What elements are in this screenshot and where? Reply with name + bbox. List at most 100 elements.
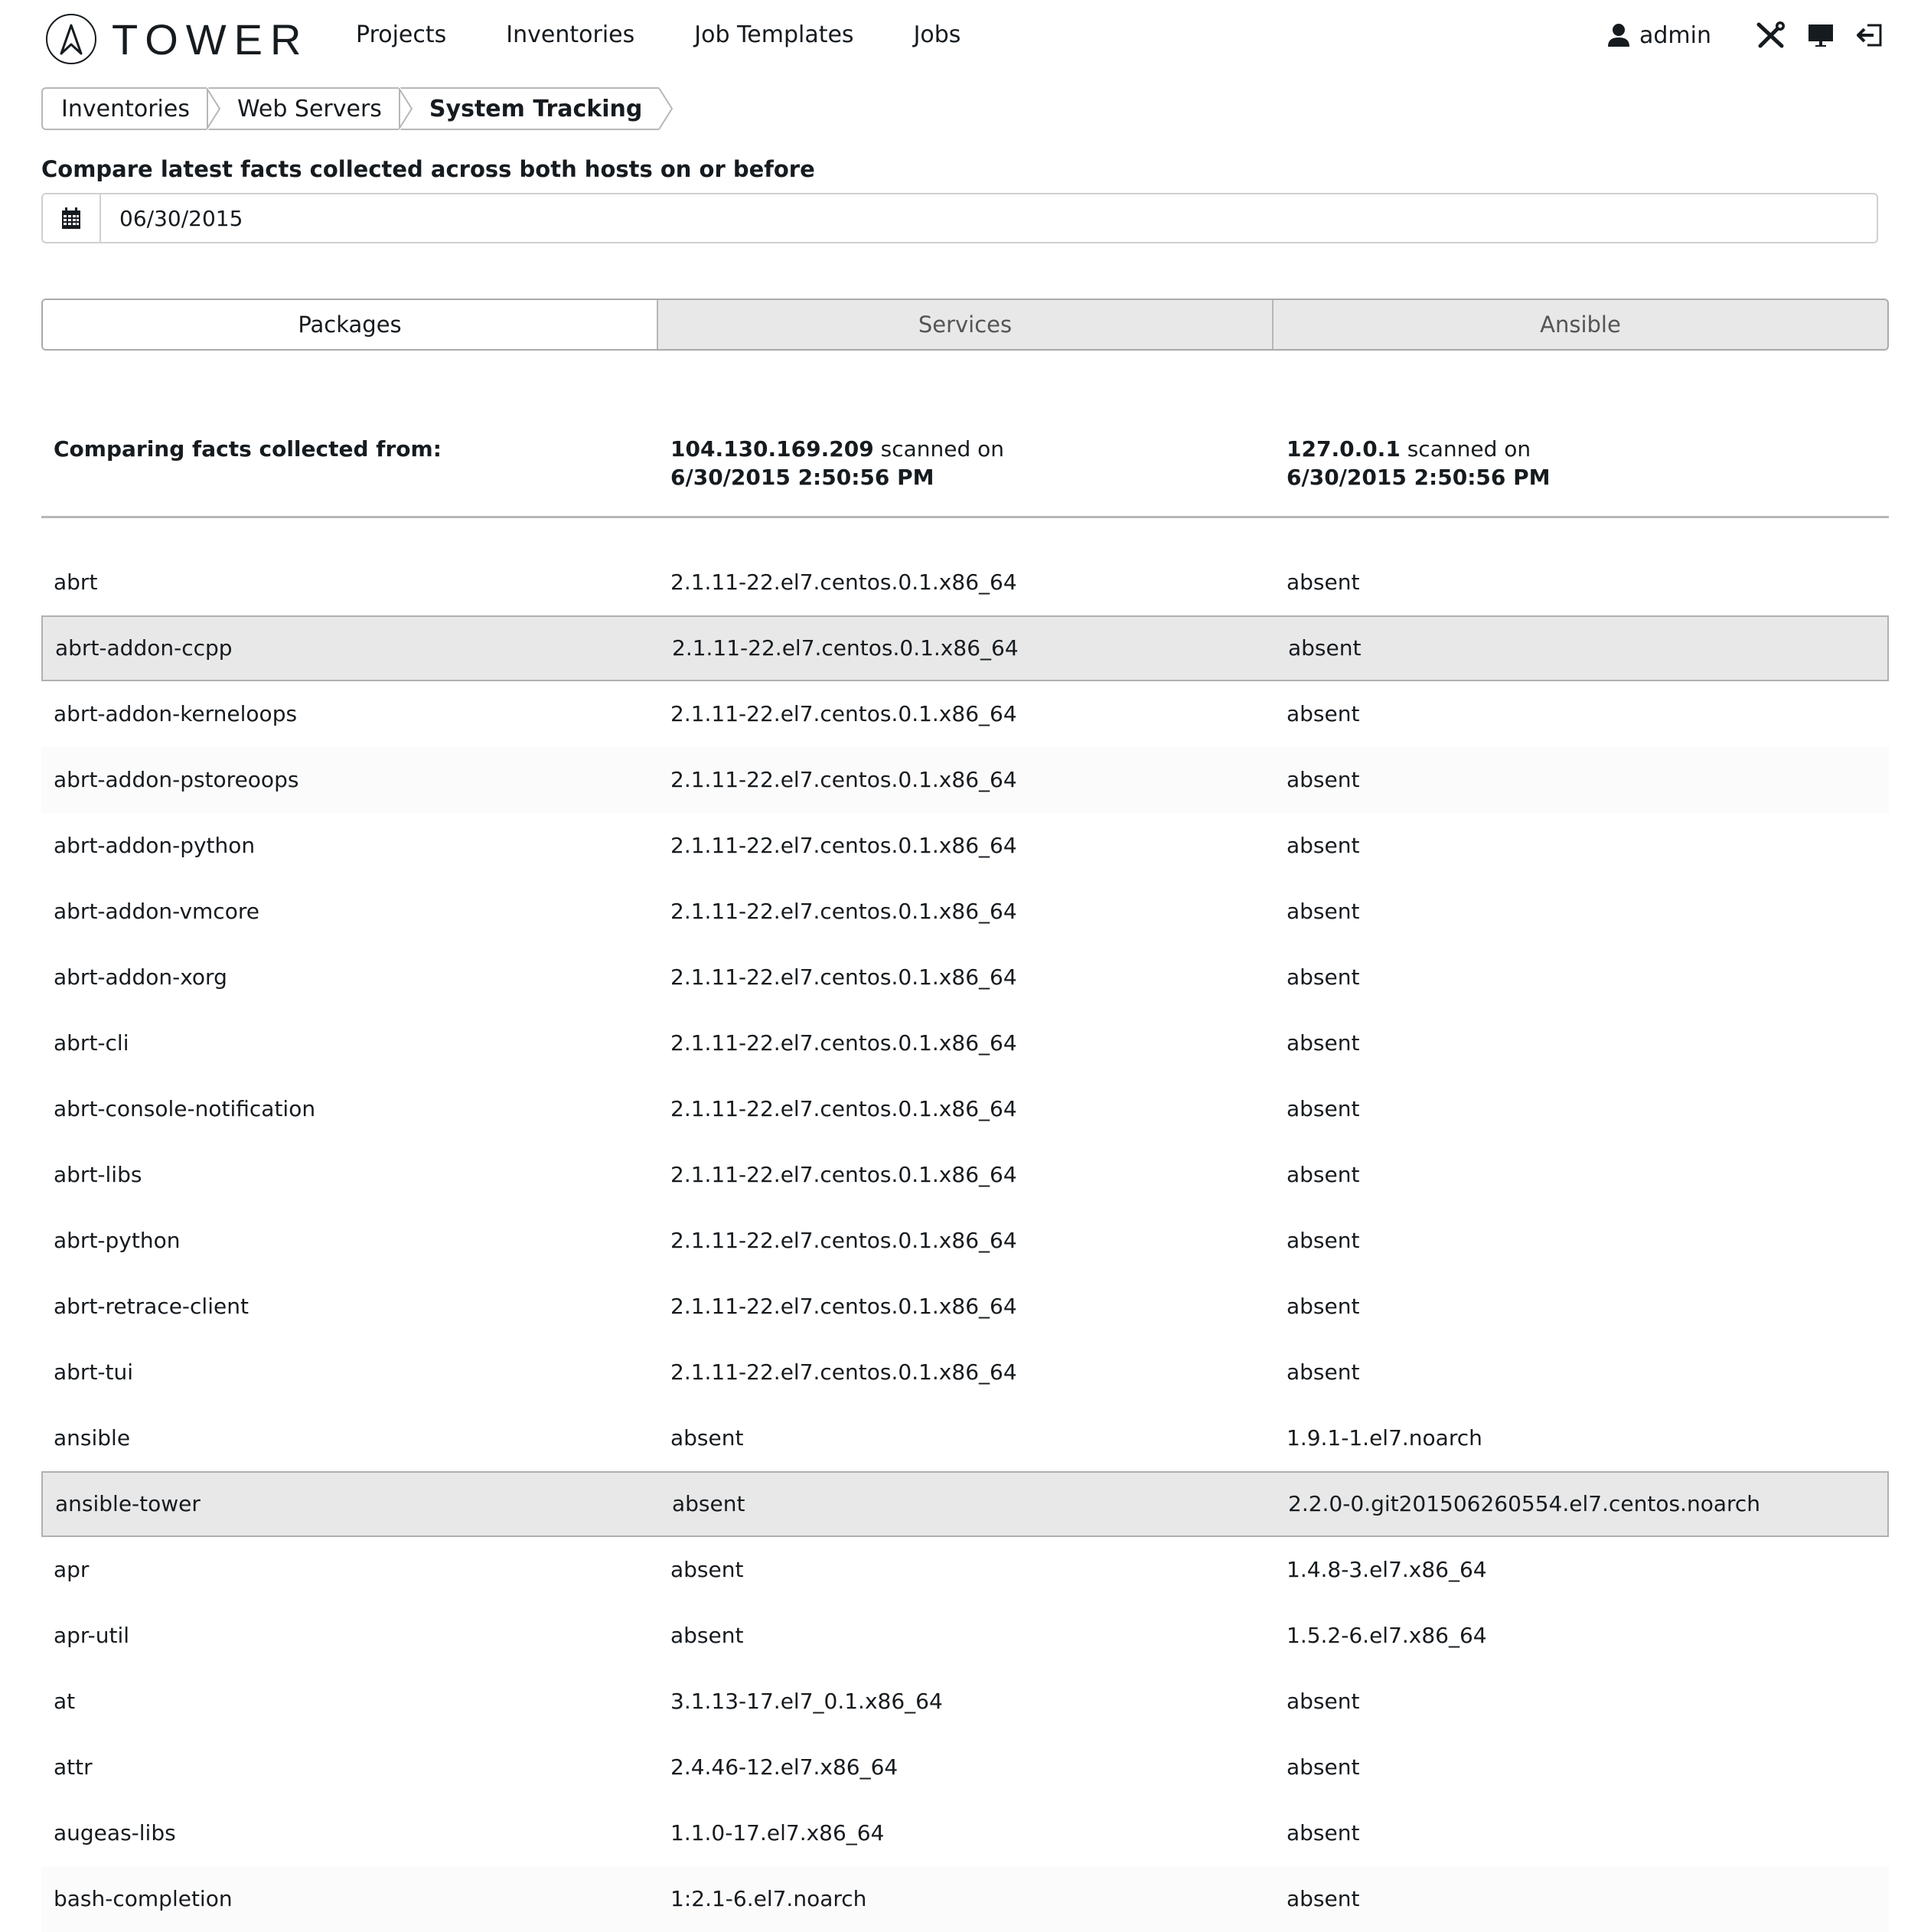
package-name-cell: apr-util <box>54 1623 130 1648</box>
host2-version-cell: 1.9.1-1.el7.noarch <box>1287 1425 1482 1451</box>
package-name-cell: abrt-console-notification <box>54 1096 316 1121</box>
monitor-icon[interactable] <box>1808 23 1834 47</box>
breadcrumb-label: System Tracking <box>429 95 643 122</box>
host1-version-cell: 1:2.1-6.el7.noarch <box>670 1886 867 1911</box>
user-menu: admin <box>1607 21 1883 49</box>
package-name-cell: abrt-addon-vmcore <box>54 899 259 924</box>
main-nav: Projects Inventories Job Templates Jobs <box>356 21 1020 48</box>
table-row: abrt-retrace-client 2.1.11-22.el7.centos.… <box>41 1274 1889 1340</box>
host1-version-cell: 2.1.11-22.el7.centos.0.1.x86_64 <box>670 1228 1017 1253</box>
package-name-cell: abrt-tui <box>54 1359 134 1385</box>
logout-icon[interactable] <box>1857 23 1883 47</box>
package-name-cell: at <box>54 1689 76 1714</box>
package-name-cell: attr <box>54 1754 93 1780</box>
host2-version-cell: absent <box>1287 1359 1360 1385</box>
host1-timestamp: 6/30/2015 2:50:56 PM <box>670 465 934 490</box>
table-row: augeas-libs 1.1.0-17.el7.x86_64 absent <box>41 1800 1889 1866</box>
breadcrumb-label: Web Servers <box>236 95 382 122</box>
host2-version-cell: 1.5.2-6.el7.x86_64 <box>1287 1623 1487 1648</box>
package-name-cell: ansible <box>54 1425 131 1451</box>
table-row: abrt-addon-kerneloops 2.1.11-22.el7.cento… <box>41 681 1889 747</box>
breadcrumb-web-servers[interactable]: Web Servers <box>206 87 413 130</box>
breadcrumb-label: Inventories <box>61 95 190 122</box>
host2-version-cell: absent <box>1287 1096 1360 1121</box>
host1-info: 104.130.169.209 scanned on 6/30/2015 2:5… <box>670 435 1004 491</box>
host2-version-cell: absent <box>1287 1754 1360 1780</box>
host1-version-cell: 2.1.11-22.el7.centos.0.1.x86_64 <box>670 701 1017 726</box>
table-row: abrt-console-notification 2.1.11-22.el7.c… <box>41 1076 1889 1142</box>
host1-version-cell: 2.1.11-22.el7.centos.0.1.x86_64 <box>670 767 1017 792</box>
host2-version-cell: 2.2.0-0.git201506260554.el7.centos.noarc… <box>1288 1491 1761 1516</box>
username: admin <box>1639 21 1711 49</box>
package-name-cell: ansible-tower <box>55 1491 201 1516</box>
tower-logo[interactable]: TOWER <box>46 14 308 64</box>
calendar-button[interactable] <box>43 194 101 242</box>
host2-version-cell: absent <box>1287 1886 1360 1911</box>
nav-projects[interactable]: Projects <box>356 21 446 48</box>
host2-timestamp: 6/30/2015 2:50:56 PM <box>1287 465 1551 490</box>
table-row: abrt-cli 2.1.11-22.el7.centos.0.1.x86_64 a… <box>41 1010 1889 1076</box>
breadcrumb-system-tracking: System Tracking <box>398 87 673 130</box>
table-row: abrt-python 2.1.11-22.el7.centos.0.1.x86_… <box>41 1208 1889 1274</box>
host2-version-cell: absent <box>1287 701 1360 726</box>
host2-version-cell: absent <box>1287 767 1360 792</box>
host1-version-cell: absent <box>670 1557 744 1582</box>
compare-date-label: Compare latest facts collected across bo… <box>41 156 815 182</box>
ansible-logo-icon <box>46 14 96 64</box>
host2-version-cell: absent <box>1287 1162 1360 1187</box>
table-row: abrt-addon-python 2.1.11-22.el7.centos.0.… <box>41 813 1889 879</box>
host1-version-cell: 2.1.11-22.el7.centos.0.1.x86_64 <box>670 1162 1017 1187</box>
tab-ansible[interactable]: Ansible <box>1272 300 1887 349</box>
table-row: abrt-addon-vmcore 2.1.11-22.el7.centos.0.… <box>41 879 1889 945</box>
host2-version-cell: absent <box>1287 1228 1360 1253</box>
nav-jobs[interactable]: Jobs <box>914 21 961 48</box>
package-name-cell: abrt-python <box>54 1228 181 1253</box>
host1-version-cell: absent <box>670 1623 744 1648</box>
facts-comparison-header: Comparing facts collected from: 104.130.… <box>41 435 1889 518</box>
table-row: apr-util absent 1.5.2-6.el7.x86_64 <box>41 1603 1889 1669</box>
host2-version-cell: absent <box>1287 1030 1360 1056</box>
facts-table: abrt 2.1.11-22.el7.centos.0.1.x86_64 absen… <box>41 550 1889 1932</box>
host2-version-cell: absent <box>1287 964 1360 990</box>
package-name-cell: abrt-addon-ccpp <box>55 635 233 661</box>
package-name-cell: abrt-cli <box>54 1030 129 1056</box>
nav-job-templates[interactable]: Job Templates <box>694 21 853 48</box>
table-row: abrt-addon-pstoreoops 2.1.11-22.el7.cento… <box>41 747 1889 813</box>
package-name-cell: abrt-addon-python <box>54 833 256 858</box>
host1-version-cell: 2.1.11-22.el7.centos.0.1.x86_64 <box>672 635 1019 661</box>
host1-version-cell: 3.1.13-17.el7_0.1.x86_64 <box>670 1689 943 1714</box>
tab-services[interactable]: Services <box>657 300 1272 349</box>
host2-version-cell: absent <box>1287 569 1360 595</box>
calendar-icon <box>62 207 80 229</box>
package-name-cell: abrt-addon-pstoreoops <box>54 767 299 792</box>
package-name-cell: abrt-libs <box>54 1162 142 1187</box>
navbar: TOWER Projects Inventories Job Templates… <box>0 0 1921 77</box>
nav-inventories[interactable]: Inventories <box>506 21 634 48</box>
host1-version-cell: 2.1.11-22.el7.centos.0.1.x86_64 <box>670 1294 1017 1319</box>
host2-version-cell: absent <box>1287 1689 1360 1714</box>
package-name-cell: abrt-addon-kerneloops <box>54 701 298 726</box>
fact-module-tabs: Packages Services Ansible <box>41 299 1889 351</box>
host1-version-cell: 2.1.11-22.el7.centos.0.1.x86_64 <box>670 964 1017 990</box>
breadcrumb: Inventories Web Servers System Tracking <box>41 87 673 130</box>
tools-icon[interactable] <box>1756 21 1785 49</box>
host1-version-cell: 2.1.11-22.el7.centos.0.1.x86_64 <box>670 569 1017 595</box>
host2-version-cell: absent <box>1287 1820 1360 1846</box>
package-name-cell: abrt-addon-xorg <box>54 964 227 990</box>
breadcrumb-inventories[interactable]: Inventories <box>41 87 220 130</box>
host2-version-cell: absent <box>1287 1294 1360 1319</box>
tab-packages[interactable]: Packages <box>43 300 657 349</box>
table-row: abrt-libs 2.1.11-22.el7.centos.0.1.x86_64… <box>41 1142 1889 1208</box>
host1-version-cell: 2.1.11-22.el7.centos.0.1.x86_64 <box>670 899 1017 924</box>
package-name-cell: augeas-libs <box>54 1820 176 1846</box>
logo-text: TOWER <box>112 15 309 64</box>
date-input[interactable] <box>101 194 1877 242</box>
host1-version-cell: 1.1.0-17.el7.x86_64 <box>670 1820 885 1846</box>
host1-version-cell: 2.4.46-12.el7.x86_64 <box>670 1754 899 1780</box>
table-row: ansible absent 1.9.1-1.el7.noarch <box>41 1405 1889 1471</box>
package-name-cell: bash-completion <box>54 1886 233 1911</box>
host2-version-cell: 1.4.8-3.el7.x86_64 <box>1287 1557 1487 1582</box>
user-link[interactable]: admin <box>1607 22 1711 49</box>
host2-info: 127.0.0.1 scanned on 6/30/2015 2:50:56 P… <box>1287 435 1551 491</box>
table-row: apr absent 1.4.8-3.el7.x86_64 <box>41 1537 1889 1603</box>
